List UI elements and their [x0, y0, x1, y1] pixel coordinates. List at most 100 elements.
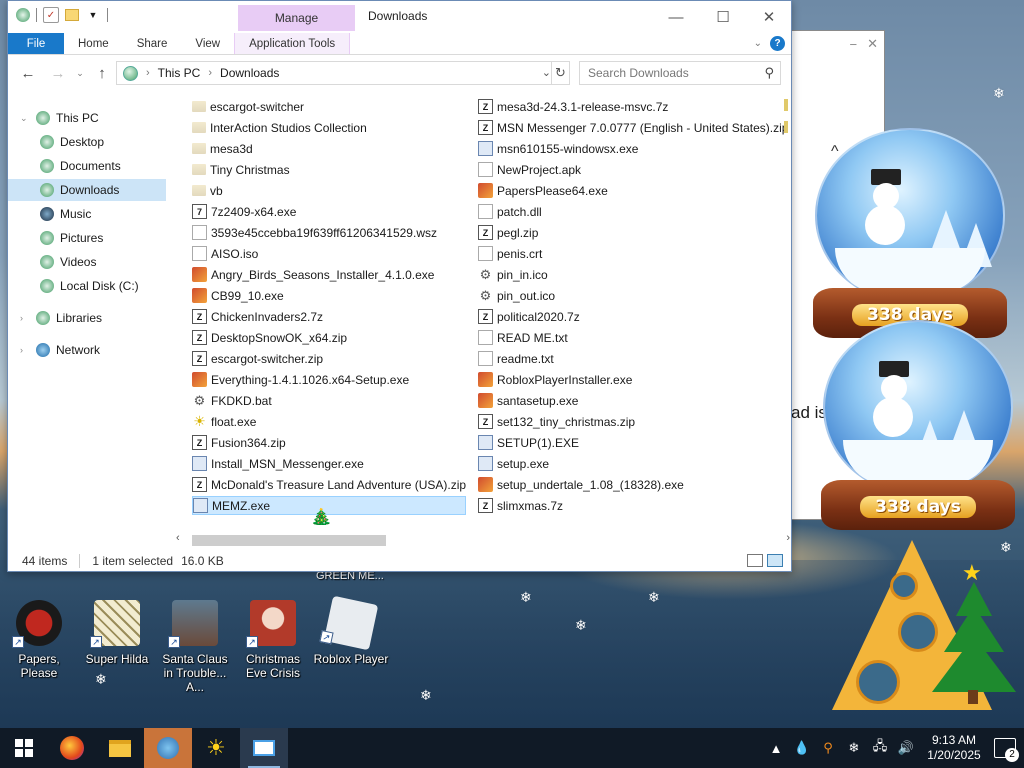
- tab-view[interactable]: View: [181, 33, 234, 54]
- taskbar-file-explorer[interactable]: [96, 728, 144, 768]
- tab-home[interactable]: Home: [64, 33, 123, 54]
- properties-icon[interactable]: ✓: [43, 7, 59, 23]
- nav-item-music[interactable]: Music: [8, 203, 166, 225]
- nav-item-videos[interactable]: Videos: [8, 251, 166, 273]
- file-item[interactable]: PapersPlease64.exe: [478, 181, 778, 200]
- file-item[interactable]: NewProject.apk: [478, 160, 778, 179]
- file-item[interactable]: ⚙ FKDKD.bat: [192, 391, 466, 410]
- details-view-button[interactable]: [747, 554, 763, 567]
- file-item[interactable]: Z DesktopSnowOK_x64.zip: [192, 328, 466, 347]
- desktop-icon-papers-please[interactable]: ↗ Papers, Please: [0, 600, 78, 680]
- chevron-right-icon[interactable]: ›: [146, 67, 150, 79]
- file-item[interactable]: Zset132_tiny_christmas.zip: [478, 412, 778, 431]
- file-item[interactable]: Zescargot-switcher.zip: [192, 349, 466, 368]
- file-item[interactable]: CB99_10.exe: [192, 286, 466, 305]
- minimize-icon[interactable]: −: [850, 37, 858, 52]
- network-icon[interactable]: 🖧: [872, 738, 888, 756]
- file-item[interactable]: patch.dll: [478, 202, 778, 221]
- desktop-icon-santa-claus[interactable]: ↗ Santa Claus in Trouble... A...: [156, 600, 234, 694]
- tab-share[interactable]: Share: [123, 33, 182, 54]
- tab-application-tools[interactable]: Application Tools: [234, 33, 351, 54]
- file-item[interactable]: 3593e45ccebba19f639ff61206341529.wsz: [192, 223, 466, 242]
- title-bar[interactable]: ✓ ▼ Manage Downloads — ☐ ✕: [8, 1, 791, 33]
- forward-button[interactable]: →: [48, 63, 68, 83]
- file-item[interactable]: InterAction Studios Collection: [192, 118, 466, 137]
- snowflake-icon[interactable]: ❄: [846, 740, 862, 756]
- file-item[interactable]: Tiny Christmas: [192, 160, 466, 179]
- chevron-right-icon[interactable]: ›: [20, 345, 30, 355]
- file-item[interactable]: READ ME.txt: [478, 328, 778, 347]
- refresh-icon[interactable]: ↻: [551, 62, 569, 84]
- scroll-left-icon[interactable]: ‹: [176, 532, 180, 544]
- file-item[interactable]: 7 7z2409-x64.exe: [192, 202, 466, 221]
- new-folder-icon[interactable]: [65, 9, 79, 21]
- file-item[interactable]: Install_MSN_Messenger.exe: [192, 454, 466, 473]
- file-item[interactable]: vb: [192, 181, 466, 200]
- breadcrumb-downloads[interactable]: Downloads: [220, 66, 279, 80]
- close-button[interactable]: ✕: [746, 3, 792, 31]
- search-everything-icon[interactable]: ⚲: [820, 740, 836, 756]
- file-item[interactable]: setup.exe: [478, 454, 778, 473]
- close-icon[interactable]: ✕: [867, 36, 878, 52]
- file-item[interactable]: Z Fusion364.zip: [192, 433, 466, 452]
- file-item[interactable]: Z MSN Messenger 7.0.0777 (English - Unite…: [478, 118, 788, 137]
- file-item[interactable]: ☀ float.exe: [192, 412, 466, 431]
- help-icon[interactable]: ?: [770, 36, 785, 51]
- file-item[interactable]: Zpegl.zip: [478, 223, 778, 242]
- file-item[interactable]: Zslimxmas.7z: [478, 496, 778, 515]
- taskbar-screensaver-app[interactable]: [144, 728, 192, 768]
- file-item[interactable]: ⚙ pin_out.ico: [478, 286, 778, 305]
- desktop-icon-christmas-eve-crisis[interactable]: ↗ Christmas Eve Crisis: [234, 600, 312, 680]
- desktop-icon-roblox-player[interactable]: ↗ Roblox Player: [312, 595, 390, 666]
- chevron-right-icon[interactable]: ›: [208, 67, 212, 79]
- file-item[interactable]: SETUP(1).EXE: [478, 433, 778, 452]
- file-explorer-window[interactable]: ✓ ▼ Manage Downloads — ☐ ✕ File Home Sha…: [7, 0, 792, 572]
- address-bar[interactable]: › This PC › Downloads ⌄ ↻: [116, 61, 570, 85]
- file-item[interactable]: readme.txt: [478, 349, 778, 368]
- file-item[interactable]: Angry_Birds_Seasons_Installer_4.1.0.exe: [192, 265, 466, 284]
- desktop-icon-super-hilda[interactable]: ↗ Super Hilda: [78, 600, 156, 666]
- file-item[interactable]: msn610155-windowsx.exe: [478, 139, 778, 158]
- scrollbar-thumb[interactable]: [192, 535, 386, 546]
- file-item[interactable]: Zmesa3d-24.3.1-release-msvc.7z: [478, 97, 778, 116]
- nav-item-downloads[interactable]: Downloads: [8, 179, 166, 201]
- nav-item-local-disk[interactable]: Local Disk (C:): [8, 275, 166, 297]
- file-item[interactable]: mesa3d: [192, 139, 466, 158]
- chevron-down-icon[interactable]: ⌄: [542, 66, 551, 79]
- file-item[interactable]: RobloxPlayerInstaller.exe: [478, 370, 778, 389]
- expand-ribbon-icon[interactable]: ⌄: [754, 38, 762, 49]
- minimize-button[interactable]: —: [653, 3, 699, 31]
- chevron-right-icon[interactable]: ›: [20, 313, 30, 323]
- volume-icon[interactable]: 🔊: [898, 740, 914, 756]
- taskbar-explorer-window[interactable]: [240, 728, 288, 768]
- explorer-app-icon[interactable]: [16, 8, 30, 22]
- horizontal-scrollbar[interactable]: ‹ ›: [172, 532, 792, 548]
- nav-item-network[interactable]: › Network: [20, 339, 166, 361]
- nav-item-pictures[interactable]: Pictures: [8, 227, 166, 249]
- tab-file[interactable]: File: [8, 33, 64, 54]
- taskbar-float-app[interactable]: ☀: [192, 728, 240, 768]
- file-item[interactable]: AISO.iso: [192, 244, 466, 263]
- chevron-down-icon[interactable]: ▼: [85, 7, 101, 23]
- file-item[interactable]: escargot-switcher: [192, 97, 466, 116]
- search-input[interactable]: Search Downloads ⚲: [579, 61, 781, 85]
- manage-contextual-tab[interactable]: Manage: [238, 5, 355, 31]
- nav-item-desktop[interactable]: Desktop: [8, 131, 166, 153]
- nav-item-libraries[interactable]: › Libraries: [20, 307, 166, 329]
- recent-locations-button[interactable]: ⌄: [70, 63, 90, 83]
- water-drop-icon[interactable]: 💧: [794, 740, 810, 756]
- chevron-down-icon[interactable]: ⌄: [20, 113, 30, 124]
- file-item[interactable]: Z McDonald's Treasure Land Adventure (USA…: [192, 475, 466, 494]
- file-item[interactable]: Zpolitical2020.7z: [478, 307, 778, 326]
- large-icons-view-button[interactable]: [767, 554, 783, 567]
- file-item[interactable]: setup_undertale_1.08_(18328).exe: [478, 475, 778, 494]
- nav-item-this-pc[interactable]: ⌄ This PC: [20, 107, 166, 129]
- file-item[interactable]: Z ChickenInvaders2.7z: [192, 307, 466, 326]
- nav-item-documents[interactable]: Documents: [8, 155, 166, 177]
- file-item[interactable]: penis.crt: [478, 244, 778, 263]
- up-button[interactable]: ↑: [92, 63, 112, 83]
- taskbar-firefox[interactable]: [48, 728, 96, 768]
- search-icon[interactable]: ⚲: [764, 65, 774, 81]
- scroll-right-icon[interactable]: ›: [786, 532, 790, 544]
- tray-app-icon[interactable]: ▲: [768, 740, 784, 756]
